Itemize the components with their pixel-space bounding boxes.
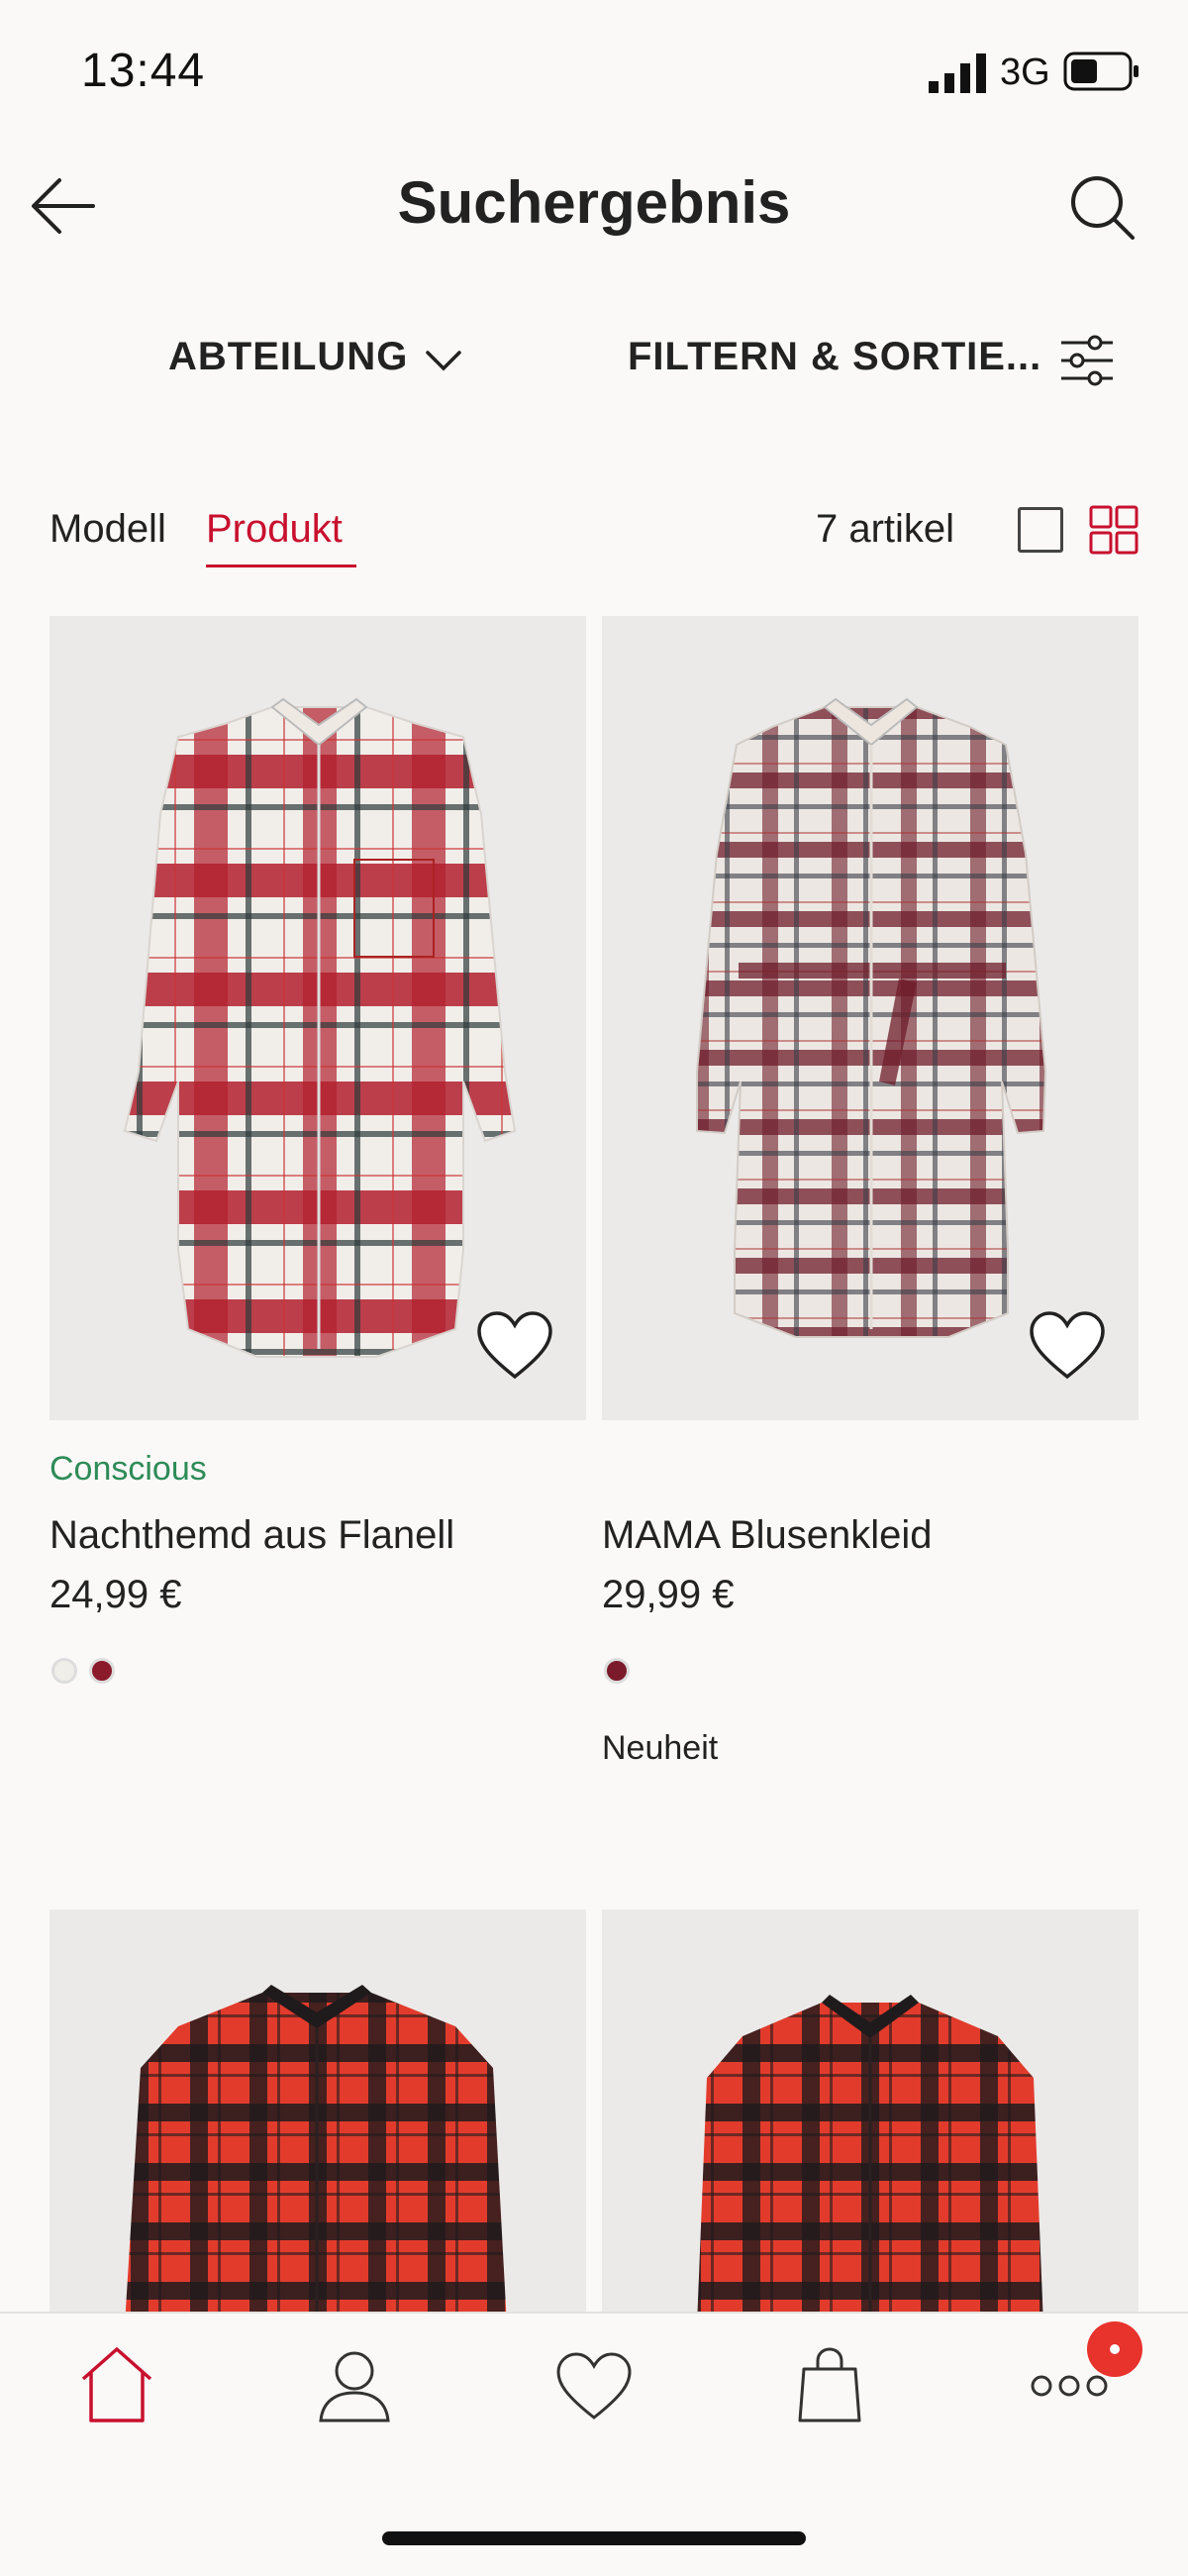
active-tab-indicator [206,565,356,567]
product-image[interactable] [50,616,586,1420]
nightshirt-image [123,697,517,1358]
product-name[interactable]: MAMA Blusenkleid [602,1513,932,1558]
product-name[interactable]: Nachthemd aus Flanell [50,1513,454,1558]
filter-sliders-icon[interactable] [1059,333,1115,388]
red-flannel-shirt-image [697,1995,1043,2325]
notification-dot [1110,2344,1120,2354]
filter-sort-button[interactable]: FILTERN & SORTIE... [628,335,1041,379]
product-image[interactable] [602,616,1138,1420]
product-image[interactable] [602,1909,1138,2325]
color-swatch-burgundy[interactable] [604,1658,630,1684]
color-swatch-burgundy[interactable] [89,1658,115,1684]
single-view-icon[interactable] [1018,507,1063,553]
page-title: Suchergebnis [397,169,791,236]
color-swatch-cream[interactable] [51,1658,77,1684]
shopping-bag-icon[interactable] [790,2345,869,2424]
tab-modell[interactable]: Modell [50,507,166,552]
product-price: 29,99 € [602,1573,735,1616]
favorites-icon[interactable] [554,2347,634,2426]
product-price: 24,99 € [50,1573,182,1616]
chevron-down-icon[interactable] [424,347,463,376]
home-icon[interactable] [77,2345,156,2424]
conscious-tag: Conscious [50,1450,207,1488]
favorite-heart-icon[interactable] [475,1309,554,1383]
favorite-heart-icon[interactable] [1028,1309,1107,1383]
search-icon[interactable] [1067,172,1137,242]
department-dropdown[interactable]: ABTEILUNG [168,335,408,379]
grid-view-icon[interactable] [1089,505,1138,555]
result-count: 7 artikel [816,507,955,551]
product-image[interactable] [50,1909,586,2325]
more-icon[interactable] [1030,2371,1109,2401]
tab-produkt[interactable]: Produkt [206,507,343,552]
shirt-dress-image [696,697,1047,1338]
network-type: 3G [1000,52,1050,93]
profile-icon[interactable] [315,2345,394,2424]
status-time: 13:44 [81,45,206,97]
battery-icon [1063,52,1138,91]
red-flannel-shirt-image [125,1985,507,2325]
home-indicator[interactable] [382,2531,806,2545]
new-badge: Neuheit [602,1729,719,1767]
signal-icon [929,53,986,93]
